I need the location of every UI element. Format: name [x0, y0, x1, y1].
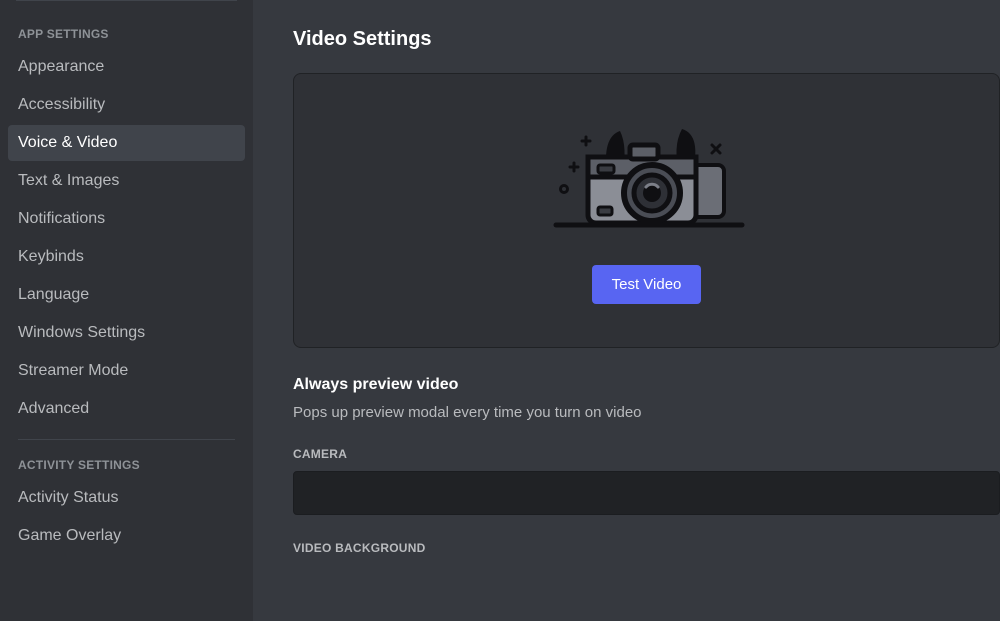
always-preview-heading: Always preview video	[293, 376, 1000, 394]
sidebar-item-windows-settings[interactable]: Windows Settings	[8, 315, 245, 351]
settings-main: Video Settings	[253, 0, 1000, 621]
sidebar-item-label: Language	[18, 286, 89, 303]
sidebar-item-text-images[interactable]: Text & Images	[8, 163, 245, 199]
sidebar-item-label: Keybinds	[18, 248, 84, 265]
video-background-label: VIDEO BACKGROUND	[293, 541, 1000, 555]
sidebar-item-label: Activity Status	[18, 489, 118, 506]
sidebar-item-keybinds[interactable]: Keybinds	[8, 239, 245, 275]
sidebar-item-activity-status[interactable]: Activity Status	[8, 480, 245, 516]
page-title: Video Settings	[293, 28, 1000, 51]
sidebar-item-label: Voice & Video	[18, 134, 117, 151]
sidebar-divider-top	[16, 0, 237, 1]
sidebar-item-label: Notifications	[18, 210, 105, 227]
sidebar-item-label: Advanced	[18, 400, 89, 417]
sidebar-heading-activity-settings: ACTIVITY SETTINGS	[8, 440, 245, 478]
sidebar-item-label: Accessibility	[18, 96, 105, 113]
camera-label: CAMERA	[293, 447, 1000, 461]
sidebar-heading-app-settings: APP SETTINGS	[8, 9, 245, 47]
sidebar-item-notifications[interactable]: Notifications	[8, 201, 245, 237]
video-preview-box: Test Video	[293, 73, 1000, 348]
sidebar-item-label: Windows Settings	[18, 324, 145, 341]
always-preview-description: Pops up preview modal every time you tur…	[293, 404, 1000, 421]
sidebar-item-label: Text & Images	[18, 172, 119, 189]
sidebar-item-label: Appearance	[18, 58, 104, 75]
sidebar-item-label: Game Overlay	[18, 527, 121, 544]
sidebar-item-label: Streamer Mode	[18, 362, 128, 379]
settings-sidebar: APP SETTINGS Appearance Accessibility Vo…	[0, 0, 253, 621]
sidebar-item-game-overlay[interactable]: Game Overlay	[8, 518, 245, 554]
sidebar-item-streamer-mode[interactable]: Streamer Mode	[8, 353, 245, 389]
sidebar-item-appearance[interactable]: Appearance	[8, 49, 245, 85]
sidebar-item-voice-video[interactable]: Voice & Video	[8, 125, 245, 161]
sidebar-item-language[interactable]: Language	[8, 277, 245, 313]
camera-placeholder-icon	[542, 117, 752, 237]
camera-select[interactable]	[293, 471, 1000, 515]
test-video-button[interactable]: Test Video	[592, 265, 702, 304]
sidebar-item-advanced[interactable]: Advanced	[8, 391, 245, 427]
sidebar-item-accessibility[interactable]: Accessibility	[8, 87, 245, 123]
